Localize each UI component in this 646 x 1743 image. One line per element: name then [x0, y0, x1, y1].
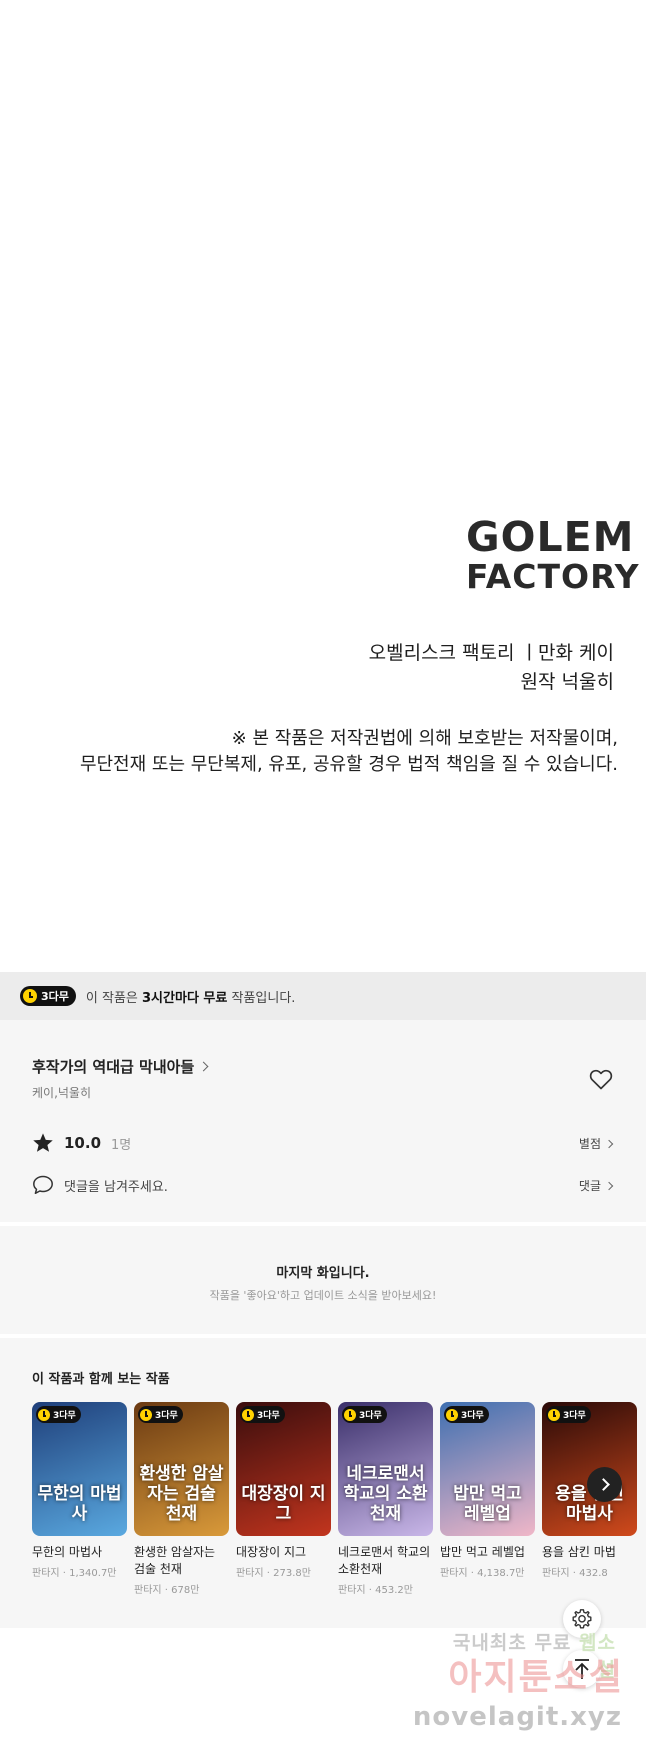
chevron-right-icon: [604, 1181, 614, 1190]
recommendation-meta: 판타지 · 432.8: [542, 1568, 608, 1579]
cover-image: 3다무네크로맨서 학교의 소환천재: [338, 1402, 433, 1536]
3h-free-badge: 3다무: [36, 1406, 81, 1423]
cover-image: 3다무밥만 먹고 레벨업: [440, 1402, 535, 1536]
copyright-notice-1: ※ 본 작품은 저작권법에 의해 보호받는 저작물이며,: [231, 728, 618, 749]
recommendation-meta: 판타지 · 678만: [134, 1585, 200, 1596]
watermark-line-3: novelagit.xyz: [412, 1702, 622, 1732]
series-authors: 케이,넉울히: [32, 1086, 92, 1100]
free-every-3h-banner: 3다무 이 작품은 3시간마다 무료 작품입니다.: [0, 972, 646, 1020]
watermark-line-1a: 국내최초 무료: [452, 1632, 580, 1654]
3h-free-badge: 3다무: [342, 1406, 387, 1423]
arrow-up-icon: [575, 1659, 589, 1679]
scroll-to-top-button[interactable]: [563, 1650, 601, 1688]
recommendation-title: 밥만 먹고 레벨업: [440, 1545, 525, 1559]
chevron-right-icon: [198, 1061, 209, 1072]
3h-free-badge: 3다무: [240, 1406, 285, 1423]
3h-free-badge: 3다무: [20, 986, 76, 1006]
heart-icon[interactable]: [589, 1068, 613, 1090]
badge-label: 3다무: [461, 1411, 484, 1421]
star-icon: [33, 1133, 53, 1152]
rate-label: 별점: [578, 1137, 601, 1151]
settings-button[interactable]: [563, 1600, 601, 1638]
chevron-right-icon: [604, 1139, 614, 1148]
recommendation-title: 무한의 마법사: [32, 1545, 103, 1559]
last-episode-subtitle: 작품을 '좋아요'하고 업데이트 소식을 받아보세요!: [209, 1289, 437, 1302]
recommendation-card[interactable]: 3다무 환생한 암살자는 검술 천재 환생한 암살자는 검술 천재 판타지 · 678…: [134, 1402, 229, 1596]
series-info-panel: 후작가의 역대급 막내아들 케이,넉울히 10.0 1명 별점 댓글을 남겨주세…: [0, 1020, 646, 1222]
recommendation-title: 네크로맨서 학교의 소환천재: [338, 1545, 431, 1576]
rating-value: 10.0: [64, 1134, 102, 1152]
carousel-next-button[interactable]: [587, 1467, 622, 1502]
recommendation-meta: 판타지 · 4,138.7만: [440, 1568, 525, 1579]
studio-credit: 오벨리스크 팩토리 ㅣ만화 케이: [368, 642, 614, 664]
rate-button[interactable]: 별점: [578, 1135, 614, 1152]
golem-factory-logo: GOLEM FACTORY: [466, 513, 640, 596]
3h-free-badge: 3다무: [444, 1406, 489, 1423]
recommendation-card[interactable]: 3다무 네크로맨서 학교의 소환천재 네크로맨서 학교의 소환천재 판타지 · 453…: [338, 1402, 433, 1596]
badge-label: 3다무: [155, 1411, 178, 1421]
recommendation-carousel: 3다무 무한의 마법사 무한의 마법사 판타지 · 1,340.7만 3다무 환생한 암살…: [32, 1402, 646, 1628]
free-text-post: 작품입니다.: [227, 990, 296, 1006]
recommendation-card[interactable]: 3다무 무한의 마법사 무한의 마법사 판타지 · 1,340.7만: [32, 1402, 127, 1579]
badge-label: 3다무: [563, 1411, 586, 1421]
cover-art-title: 밥만 먹고 레벨업: [453, 1484, 522, 1524]
free-banner-text: 이 작품은 3시간마다 무료 작품입니다.: [86, 987, 296, 1006]
clock-icon: [23, 989, 37, 1003]
original-credit: 원작 넉울히: [520, 671, 614, 693]
cover-art-title: 무한의 마법사: [37, 1484, 122, 1524]
gear-icon: [572, 1609, 592, 1629]
last-episode-panel: 마지막 화입니다. 작품을 '좋아요'하고 업데이트 소식을 받아보세요!: [0, 1226, 646, 1334]
last-episode-title: 마지막 화입니다.: [276, 1266, 370, 1281]
site-watermark: 국내최초 무료 웹소설 아지툰소설 novelagit.xyz: [413, 1628, 646, 1743]
comments-button[interactable]: 댓글: [578, 1177, 614, 1194]
credits-section: GOLEM FACTORY 오벨리스크 팩토리 ㅣ만화 케이 원작 넉울히 ※ …: [0, 0, 646, 972]
clock-icon: [38, 1408, 50, 1421]
badge-label: 3다무: [53, 1411, 76, 1421]
recommendation-title: 대장장이 지그: [236, 1545, 307, 1559]
logo-line-1: GOLEM: [466, 513, 635, 561]
recommendation-meta: 판타지 · 1,340.7만: [32, 1568, 117, 1579]
logo-line-2: FACTORY: [466, 557, 640, 596]
clock-icon: [242, 1408, 254, 1421]
series-title: 후작가의 역대급 막내아들: [32, 1058, 195, 1076]
clock-icon: [140, 1408, 152, 1421]
cover-image: 3다무용을 삼킨 마법사: [542, 1402, 637, 1536]
chevron-right-icon: [596, 1478, 610, 1491]
free-text-pre: 이 작품은: [85, 990, 143, 1006]
badge-label: 3다무: [359, 1411, 382, 1421]
comment-input[interactable]: 댓글을 남겨주세요.: [32, 1175, 168, 1195]
recommendations-section: 이 작품과 함께 보는 작품 3다무 무한의 마법사 무한의 마법사 판타지 · 1,…: [0, 1338, 646, 1628]
cover-image: 3다무환생한 암살자는 검술 천재: [134, 1402, 229, 1536]
3h-free-badge: 3다무: [546, 1406, 591, 1423]
recommendation-title: 환생한 암살자는 검술 천재: [134, 1545, 216, 1576]
badge-label: 3다무: [41, 990, 69, 1003]
clock-icon: [548, 1408, 560, 1421]
series-title-link[interactable]: 후작가의 역대급 막내아들: [32, 1056, 209, 1077]
cover-image: 3다무대장장이 지그: [236, 1402, 331, 1536]
recommendation-title: 용을 삼킨 마법: [542, 1545, 616, 1559]
comments-label: 댓글: [578, 1179, 601, 1193]
free-text-bold: 3시간마다 무료: [142, 990, 228, 1006]
comment-placeholder: 댓글을 남겨주세요.: [64, 1179, 168, 1195]
cover-image: 3다무무한의 마법사: [32, 1402, 127, 1536]
recommendation-meta: 판타지 · 453.2만: [338, 1585, 413, 1596]
cover-art-title: 환생한 암살자는 검술 천재: [139, 1464, 224, 1524]
3h-free-badge: 3다무: [138, 1406, 183, 1423]
cover-art-title: 네크로맨서 학교의 소환천재: [343, 1464, 428, 1524]
copyright-notice-2: 무단전재 또는 무단복제, 유포, 공유할 경우 법적 책임을 질 수 있습니다…: [79, 754, 618, 775]
recommendation-card[interactable]: 3다무 대장장이 지그 대장장이 지그 판타지 · 273.8만: [236, 1402, 331, 1579]
rating-row: 10.0 1명: [32, 1132, 131, 1154]
recommendation-card[interactable]: 3다무 밥만 먹고 레벨업 밥만 먹고 레벨업 판타지 · 4,138.7만: [440, 1402, 535, 1579]
cover-art-title: 대장장이 지그: [241, 1484, 326, 1524]
recommendations-heading: 이 작품과 함께 보는 작품: [32, 1372, 170, 1387]
recommendation-meta: 판타지 · 273.8만: [236, 1568, 311, 1579]
clock-icon: [446, 1408, 458, 1421]
speech-bubble-icon: [33, 1175, 53, 1195]
badge-label: 3다무: [257, 1411, 280, 1421]
rating-count: 1명: [111, 1137, 132, 1153]
clock-icon: [344, 1408, 356, 1421]
